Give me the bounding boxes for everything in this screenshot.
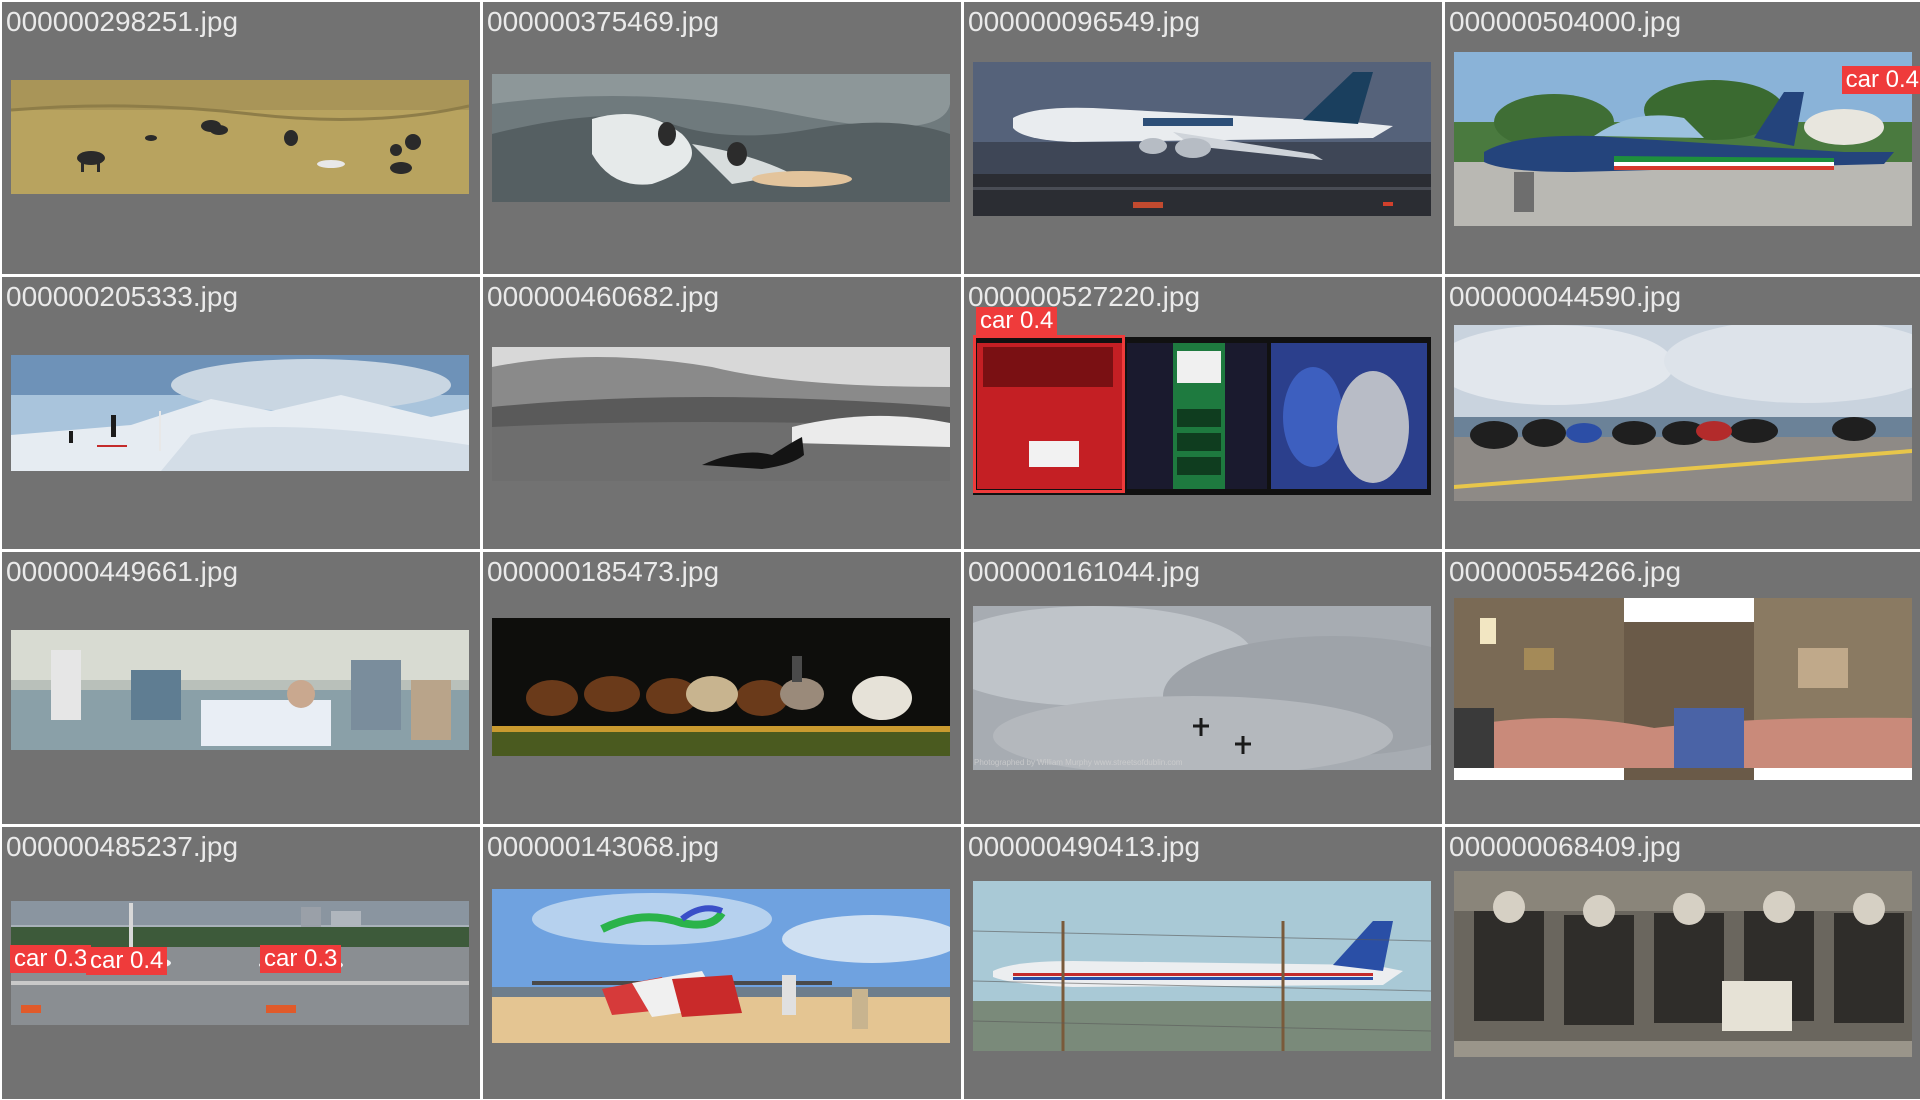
image-tile[interactable]: 000000375469.jpg xyxy=(483,2,961,274)
image-tile[interactable]: 000000068409.jpg xyxy=(1445,827,1920,1099)
image-tile[interactable]: 000000485237.jpg car 0.3 car 0.4 car 0.3 xyxy=(2,827,480,1099)
filename-label: 000000449661.jpg xyxy=(6,556,239,587)
thumbnail-snowy-mountain xyxy=(11,355,469,471)
filename-label: 000000161044.jpg xyxy=(968,556,1201,587)
filename-label: 000000504000.jpg xyxy=(1449,6,1682,37)
thumbnail-horses-running xyxy=(492,618,950,756)
filename-label: 000000375469.jpg xyxy=(487,6,720,37)
image-tile[interactable]: 000000185473.jpg xyxy=(483,552,961,824)
thumbnail-zebras xyxy=(11,80,469,194)
image-tile[interactable]: 000000460682.jpg xyxy=(483,277,961,549)
image-tile[interactable]: 000000143068.jpg xyxy=(483,827,961,1099)
thumbnail-kites-beach xyxy=(492,889,950,1043)
thumbnail-surfers xyxy=(492,74,950,202)
thumbnail-motorcycles xyxy=(1454,325,1912,501)
photo-watermark: Photographed by William Murphy www.stree… xyxy=(974,758,1183,767)
filename-label: 000000298251.jpg xyxy=(6,6,239,37)
filename-label: 000000044590.jpg xyxy=(1449,281,1682,312)
detection-label: car 0.4 xyxy=(1841,66,1920,94)
thumbnail-egyptair-plane xyxy=(973,62,1431,216)
filename-label: 000000096549.jpg xyxy=(968,6,1201,37)
image-tile[interactable]: 000000044590.jpg xyxy=(1445,277,1920,549)
filename-label: 000000485237.jpg xyxy=(6,831,239,862)
filename-label: 000000554266.jpg xyxy=(1449,556,1682,587)
detection-label: car 0.4 xyxy=(86,947,168,975)
detection-label: car 0.4 xyxy=(976,307,1058,335)
thumbnail-bw-horse xyxy=(492,347,950,481)
thumbnail-old-school-photo xyxy=(1454,871,1912,1057)
filename-label: 000000185473.jpg xyxy=(487,556,720,587)
detection-box xyxy=(973,335,1125,493)
detection-label: car 0.3 xyxy=(260,945,342,973)
filename-label: 000000068409.jpg xyxy=(1449,831,1682,862)
filename-label: 000000460682.jpg xyxy=(487,281,720,312)
filename-label: 000000490413.jpg xyxy=(968,831,1201,862)
image-tile[interactable]: 000000490413.jpg xyxy=(964,827,1442,1099)
image-grid: 000000298251.jpg 000000375469.jpg 000000… xyxy=(0,0,1920,1100)
detection-label: car 0.3 xyxy=(10,945,92,973)
image-tile[interactable]: 000000298251.jpg xyxy=(2,2,480,274)
image-tile[interactable]: 000000449661.jpg xyxy=(2,552,480,824)
filename-label: 000000143068.jpg xyxy=(487,831,720,862)
image-tile[interactable]: 000000096549.jpg xyxy=(964,2,1442,274)
thumbnail-hospital-room xyxy=(11,630,469,750)
image-tile[interactable]: 000000504000.jpg car 0.4 xyxy=(1445,2,1920,274)
thumbnail-plane-fence xyxy=(973,881,1431,1051)
image-tile[interactable]: 000000527220.jpg car 0.4 xyxy=(964,277,1442,549)
filename-label: 000000205333.jpg xyxy=(6,281,239,312)
thumbnail-bedroom-panorama xyxy=(1454,598,1912,780)
image-tile[interactable]: 000000554266.jpg xyxy=(1445,552,1920,824)
thumbnail-planes-sky xyxy=(973,606,1431,770)
image-tile[interactable]: 000000205333.jpg xyxy=(2,277,480,549)
image-tile[interactable]: 000000161044.jpg Photographed by William… xyxy=(964,552,1442,824)
